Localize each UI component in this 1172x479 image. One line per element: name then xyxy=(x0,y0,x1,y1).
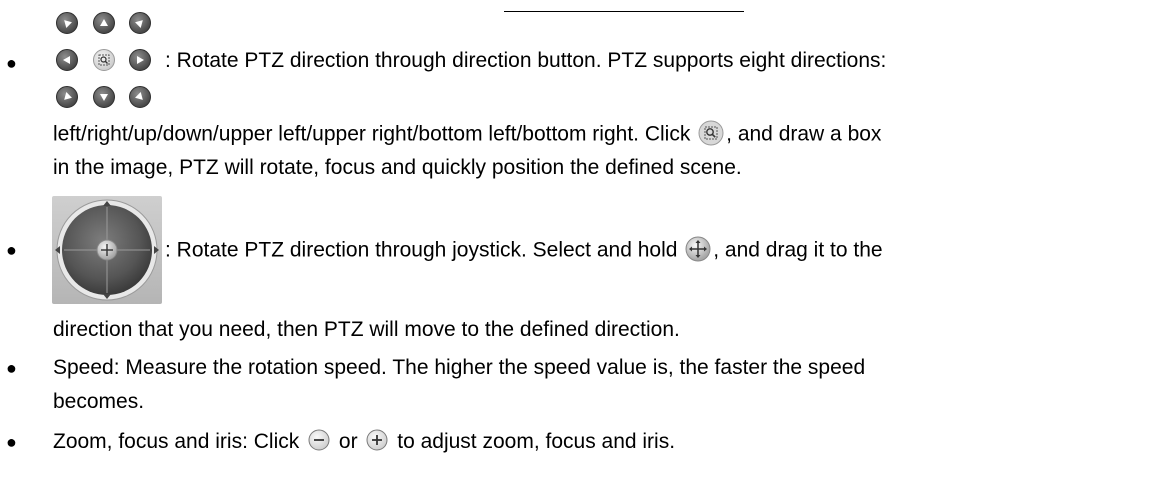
para1-line1: : Rotate PTZ direction through direction… xyxy=(165,49,887,72)
direction-right-button[interactable] xyxy=(129,49,151,71)
bullet-1: ● xyxy=(6,53,17,73)
para4-text-b: or xyxy=(333,430,364,453)
zoom-box-icon xyxy=(698,120,724,146)
para1-line2-a: left/right/up/down/upper left/upper righ… xyxy=(53,122,697,146)
para2-line1: : Rotate PTZ direction through joystick.… xyxy=(165,236,883,264)
direction-bottom-right-button[interactable] xyxy=(129,86,151,108)
para4-line: Zoom, focus and iris: Click or to adjust… xyxy=(53,429,676,454)
bullet-4: ● xyxy=(6,432,17,452)
para4-text-a: Zoom, focus and iris: Click xyxy=(53,430,306,453)
para3-line2: becomes. xyxy=(53,390,145,413)
direction-left-button[interactable] xyxy=(56,49,78,71)
minus-circle-icon xyxy=(308,429,330,451)
direction-down-button[interactable] xyxy=(93,86,115,108)
para2-line1-a: : Rotate PTZ direction through joystick.… xyxy=(165,238,684,262)
zoom-box-button[interactable] xyxy=(93,49,115,71)
direction-upper-right-button[interactable] xyxy=(129,12,151,34)
ptz-direction-pad-icon xyxy=(53,12,163,108)
para2-line1-b: , and drag it to the xyxy=(713,238,883,262)
para3-line1: Speed: Measure the rotation speed. The h… xyxy=(53,356,866,379)
para4-text-c: to adjust zoom, focus and iris. xyxy=(391,430,676,453)
top-rule xyxy=(504,11,744,12)
direction-upper-left-button[interactable] xyxy=(56,12,78,34)
direction-bottom-left-button[interactable] xyxy=(56,86,78,108)
bullet-3: ● xyxy=(6,358,17,378)
move-handle-icon xyxy=(685,236,711,262)
para2-line2: direction that you need, then PTZ will m… xyxy=(53,318,680,341)
direction-up-button[interactable] xyxy=(93,12,115,34)
bullet-2: ● xyxy=(6,240,17,260)
para1-line2-b: , and draw a box xyxy=(726,122,882,146)
ptz-joystick-icon xyxy=(52,196,162,304)
para1-line3: in the image, PTZ will rotate, focus and… xyxy=(53,156,742,179)
para1-line2: left/right/up/down/upper left/upper righ… xyxy=(53,120,882,148)
plus-circle-icon xyxy=(366,429,388,451)
